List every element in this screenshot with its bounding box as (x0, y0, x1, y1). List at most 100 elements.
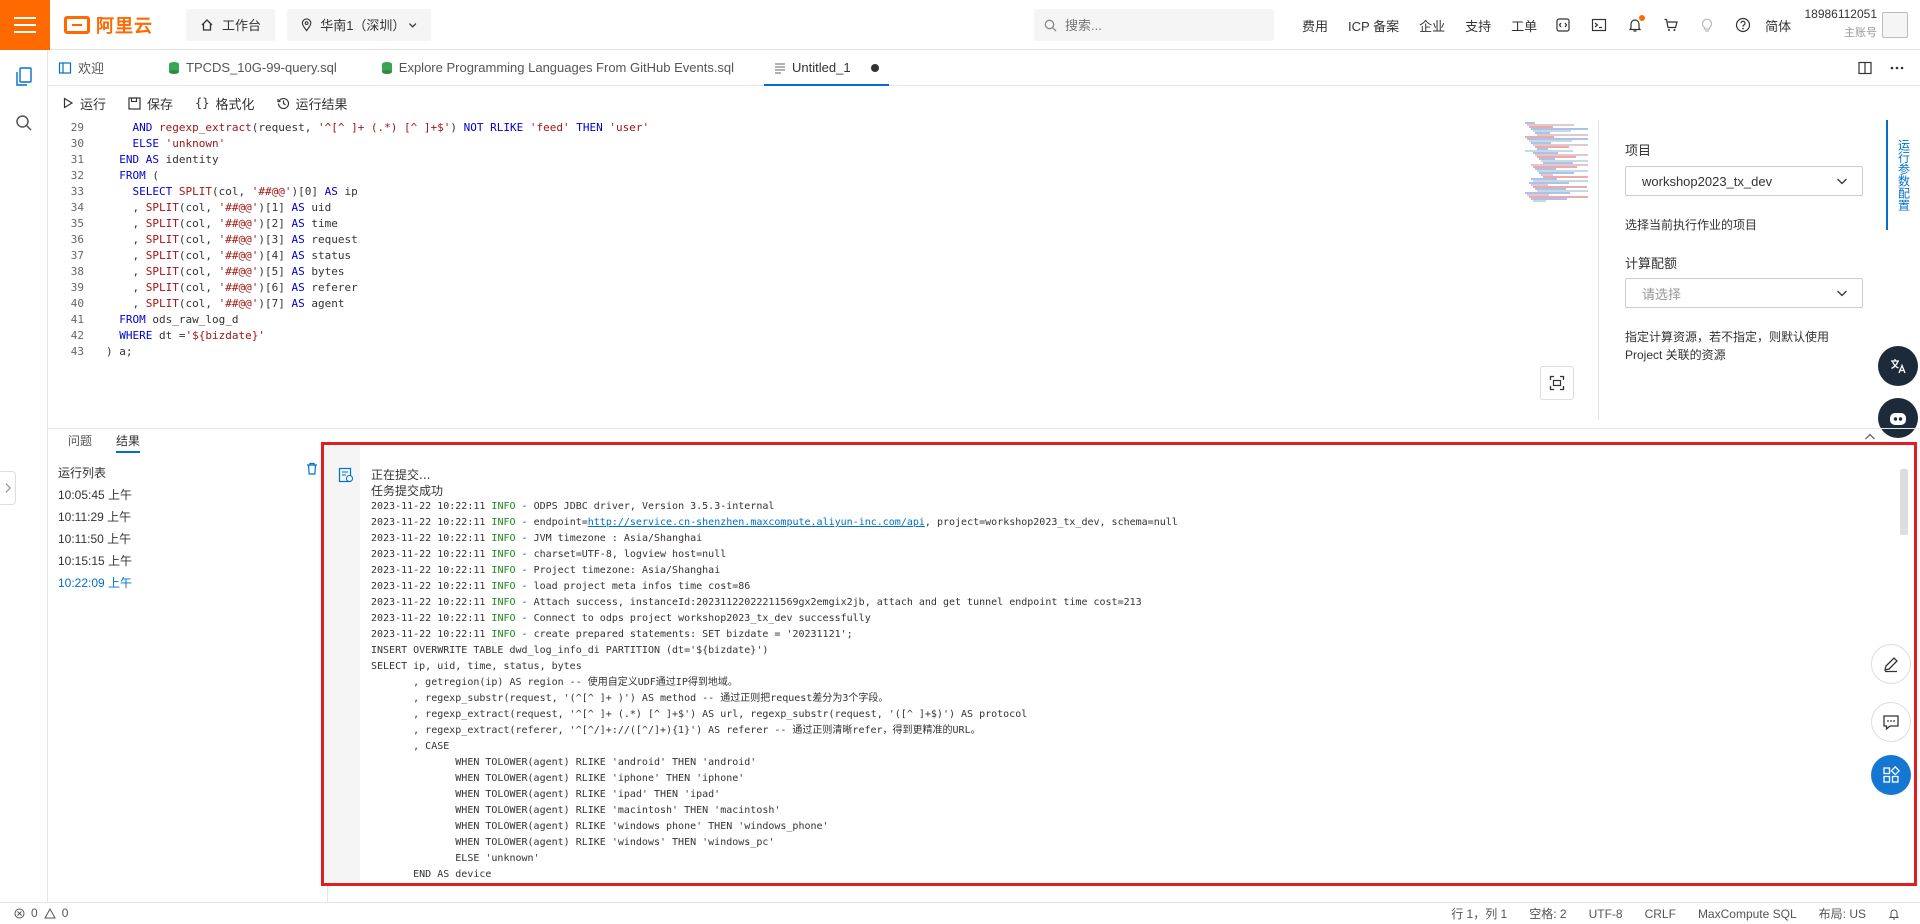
code-line[interactable]: 29 AND regexp_extract(request, '^[^ ]+ (… (48, 120, 649, 136)
log-level: INFO (491, 565, 516, 576)
editor-minimap[interactable] (1525, 120, 1588, 210)
code-line[interactable]: 41 FROM ods_raw_log_d (48, 312, 239, 328)
problems-summary[interactable]: 0 0 (0, 906, 68, 920)
error-icon (14, 908, 25, 918)
code-icon[interactable] (1553, 15, 1573, 35)
brand-logo[interactable]: 阿里云 (64, 12, 174, 38)
bell-icon[interactable] (1888, 908, 1900, 920)
tab-explore-languages[interactable]: Explore Programming Languages From GitHu… (371, 50, 744, 85)
feedback-button[interactable] (1871, 702, 1911, 742)
code-line[interactable]: 37 , SPLIT(col, '##@@')[4] AS status (48, 248, 351, 264)
code-line[interactable]: 33 SELECT SPLIT(col, '##@@')[0] AS ip (48, 184, 358, 200)
workbench-button[interactable]: 工作台 (186, 8, 276, 41)
language-mode[interactable]: MaxCompute SQL (1698, 907, 1797, 921)
chevron-up-icon[interactable] (1864, 432, 1876, 442)
avatar[interactable] (1882, 12, 1908, 38)
translate-button[interactable] (1878, 346, 1918, 386)
run-results-button[interactable]: 运行结果 (276, 94, 348, 113)
explorer-icon[interactable] (0, 54, 48, 100)
run-item[interactable]: 10:11:29 上午 (58, 508, 131, 525)
link-icp[interactable]: ICP 备案 (1338, 16, 1409, 35)
code-line[interactable]: 39 , SPLIT(col, '##@@')[6] AS referer (48, 280, 358, 296)
link-billing[interactable]: 费用 (1292, 16, 1338, 35)
search-icon[interactable] (0, 100, 48, 146)
save-button[interactable]: 保存 (128, 94, 173, 113)
output-scrollbar[interactable] (1900, 469, 1908, 535)
notification-badge (1639, 15, 1646, 21)
global-search[interactable] (1034, 9, 1274, 41)
code-text: , SPLIT(col, '##@@')[1] AS uid (106, 201, 332, 214)
terminal-icon[interactable] (1589, 15, 1609, 35)
more-icon[interactable] (1890, 66, 1904, 70)
tab-results[interactable]: 结果 (116, 429, 141, 453)
endpoint-link[interactable]: http://service.cn-shenzhen.maxcompute.al… (588, 517, 925, 528)
apps-button[interactable] (1871, 755, 1911, 795)
format-button[interactable]: {} 格式化 (195, 94, 254, 113)
account-info[interactable]: 18986112051 主账号 (1797, 7, 1877, 40)
encoding[interactable]: UTF-8 (1589, 907, 1623, 921)
code-line[interactable]: 38 , SPLIT(col, '##@@')[5] AS bytes (48, 264, 345, 280)
code-text: , SPLIT(col, '##@@')[2] AS time (106, 217, 338, 230)
log-line: WHEN TOLOWER(agent) RLIKE 'ipad' THEN 'i… (371, 789, 721, 800)
expand-panel-button[interactable] (0, 471, 16, 505)
code-line[interactable]: 32 FROM ( (48, 168, 159, 184)
project-select[interactable]: workshop2023_tx_dev (1625, 166, 1863, 196)
code-text: END AS identity (119, 153, 219, 166)
bell-icon[interactable] (1625, 15, 1646, 35)
run-item[interactable]: 10:11:50 上午 (58, 530, 131, 547)
split-editor-icon[interactable] (1858, 61, 1872, 75)
compute-select[interactable]: 请选择 (1625, 278, 1863, 308)
indent-setting[interactable]: 空格: 2 (1529, 905, 1566, 922)
code-line[interactable]: 42 WHERE dt ='${bizdate}' (48, 328, 265, 344)
link-enterprise[interactable]: 企业 (1409, 16, 1455, 35)
top-links: 费用 ICP 备案 企业 支持 工单 简体 (1292, 0, 1791, 50)
tab-tpcds-query[interactable]: TPCDS_10G-99-query.sql (158, 50, 347, 85)
log-line: , regexp_substr(request, '(^[^ ]+ )') AS… (371, 693, 889, 704)
code-editor[interactable]: 29 AND regexp_extract(request, '^[^ ]+ (… (48, 120, 1588, 420)
sql-file-icon (381, 61, 392, 74)
link-support[interactable]: 支持 (1455, 16, 1501, 35)
code-line[interactable]: 43) a; (48, 344, 133, 360)
run-item[interactable]: 10:15:15 上午 (58, 552, 132, 569)
search-input[interactable] (1065, 17, 1245, 33)
region-selector[interactable]: 华南1（深圳） (287, 8, 432, 41)
code-line[interactable]: 34 , SPLIT(col, '##@@')[1] AS uid (48, 200, 332, 216)
fit-view-button[interactable] (1540, 366, 1574, 400)
code-line[interactable]: 35 , SPLIT(col, '##@@')[2] AS time (48, 216, 338, 232)
output-gutter (324, 445, 360, 883)
menu-icon[interactable] (0, 0, 50, 50)
minimap-line (1533, 200, 1546, 202)
run-item[interactable]: 10:05:45 上午 (58, 486, 132, 503)
code-line[interactable]: 31 END AS identity (48, 152, 219, 168)
tab-problems[interactable]: 问题 (68, 429, 92, 453)
trash-icon[interactable] (306, 462, 318, 475)
log-line: 2023-11-22 10:22:11 INFO - Connect to od… (371, 611, 1178, 627)
code-line[interactable]: 36 , SPLIT(col, '##@@')[3] AS request (48, 232, 358, 248)
lightbulb-icon[interactable] (1697, 15, 1717, 35)
chevron-right-icon (5, 483, 11, 493)
cursor-position[interactable]: 行 1，列 1 (1451, 905, 1507, 922)
link-ticket[interactable]: 工单 (1501, 16, 1547, 35)
tab-untitled-1[interactable]: Untitled_1 (764, 50, 889, 86)
tab-welcome[interactable]: 欢迎 (48, 50, 114, 85)
cart-icon[interactable] (1661, 15, 1681, 35)
log-message: - endpoint= (515, 517, 588, 528)
log-message: - JVM timezone : Asia/Shanghai (515, 533, 703, 544)
log-file-icon[interactable] (338, 467, 354, 483)
log-line: WHEN TOLOWER(agent) RLIKE 'windows phone… (371, 821, 829, 832)
log-line: WHEN TOLOWER(agent) RLIKE 'android' THEN… (371, 757, 757, 768)
help-icon[interactable] (1733, 15, 1753, 35)
code-line[interactable]: 30 ELSE 'unknown' (48, 136, 225, 152)
language-switch[interactable]: 简体 (1765, 16, 1791, 35)
unsaved-dot-icon[interactable] (870, 63, 879, 72)
code-line[interactable]: 40 , SPLIT(col, '##@@')[7] AS agent (48, 296, 345, 312)
keyboard-layout[interactable]: 布局: US (1819, 905, 1866, 922)
tab-run-config[interactable]: 运行参数配置 (1886, 120, 1920, 230)
location-pin-icon (301, 17, 312, 31)
run-output-log[interactable]: 正在提交... 任务提交成功 2023-11-22 10:22:11 INFO - … (321, 442, 1917, 886)
apps-grid-icon (1883, 766, 1900, 783)
run-button[interactable]: 运行 (62, 94, 106, 113)
run-item-selected[interactable]: 10:22:09 上午 (58, 574, 132, 591)
line-ending[interactable]: CRLF (1645, 907, 1676, 921)
edit-button[interactable] (1871, 644, 1911, 684)
